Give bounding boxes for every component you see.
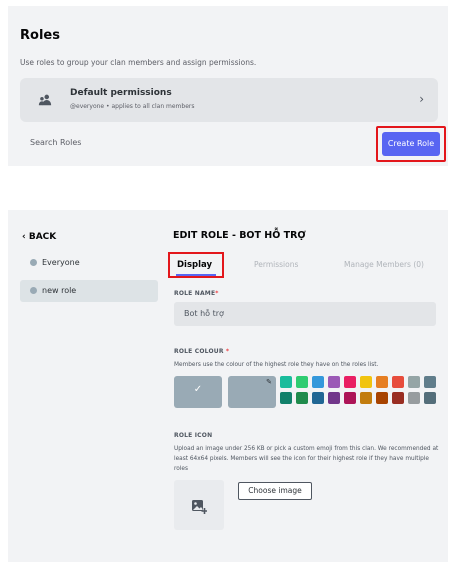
colour-swatch[interactable]: [280, 392, 292, 404]
colour-swatch[interactable]: [408, 392, 420, 404]
role-item-new-role[interactable]: new role: [20, 280, 158, 302]
create-role-highlight: Create Role: [376, 126, 446, 162]
role-icon-help: Upload an image under 256 KB or pick a c…: [174, 446, 439, 472]
role-list: Everyone new role: [20, 252, 158, 308]
role-name-input[interactable]: Bot hỗ trợ: [174, 302, 436, 326]
role-colour-label: ROLE COLOUR *: [174, 348, 230, 355]
image-add-icon: [192, 500, 207, 514]
roles-title: Roles: [20, 28, 60, 43]
chevron-right-icon: ›: [419, 92, 424, 106]
role-icon-preview[interactable]: [174, 480, 224, 530]
chevron-left-icon: ‹: [22, 232, 26, 242]
edit-role-panel: ‹ BACK Everyone new role EDIT ROLE - BOT…: [8, 210, 448, 562]
tab-display[interactable]: Display: [177, 260, 212, 270]
users-icon: [38, 94, 52, 106]
display-tab-highlight: Display: [168, 252, 224, 278]
default-permissions-title: Default permissions: [70, 88, 172, 98]
roles-panel: Roles Use roles to group your clan membe…: [8, 6, 448, 166]
colour-swatch[interactable]: [296, 376, 308, 388]
default-permissions-card[interactable]: Default permissions @everyone • applies …: [20, 78, 438, 122]
role-icon-label: ROLE ICON: [174, 432, 213, 439]
search-roles-input[interactable]: Search Roles: [20, 130, 366, 156]
role-item-label: Everyone: [42, 258, 80, 267]
colour-swatch[interactable]: [424, 392, 436, 404]
colour-swatch[interactable]: [312, 376, 324, 388]
role-color-dot: [30, 259, 37, 266]
colour-swatch[interactable]: [392, 376, 404, 388]
roles-description: Use roles to group your clan members and…: [20, 58, 257, 67]
colour-swatch[interactable]: [328, 376, 340, 388]
role-colour-help: Members use the colour of the highest ro…: [174, 362, 379, 368]
tab-permissions[interactable]: Permissions: [254, 260, 298, 269]
eyedropper-icon: ✎: [266, 378, 272, 386]
colour-swatch[interactable]: [296, 392, 308, 404]
search-roles-placeholder: Search Roles: [30, 138, 82, 147]
tab-manage-members[interactable]: Manage Members (0): [344, 260, 424, 269]
default-permissions-subtitle: @everyone • applies to all clan members: [70, 103, 195, 110]
check-icon: ✓: [193, 384, 203, 395]
colour-swatch[interactable]: [376, 392, 388, 404]
colour-swatch[interactable]: [408, 376, 420, 388]
colour-swatch[interactable]: [360, 392, 372, 404]
default-colour-swatch[interactable]: ✓: [174, 376, 222, 408]
edit-role-title: EDIT ROLE - BOT HỖ TRỢ: [173, 230, 306, 241]
role-name-label: ROLE NAME*: [174, 290, 219, 297]
edit-role-tabs: Display Permissions Manage Members (0): [168, 252, 440, 278]
colour-swatch[interactable]: [312, 392, 324, 404]
create-role-button[interactable]: Create Role: [382, 132, 440, 156]
colour-swatch[interactable]: [376, 376, 388, 388]
colour-swatch[interactable]: [360, 376, 372, 388]
role-color-dot: [30, 287, 37, 294]
role-name-value: Bot hỗ trợ: [184, 309, 224, 318]
choose-image-button[interactable]: Choose image: [238, 482, 312, 500]
colour-swatch[interactable]: [280, 376, 292, 388]
colour-swatch[interactable]: [392, 392, 404, 404]
colour-swatch[interactable]: [424, 376, 436, 388]
colour-swatch[interactable]: [328, 392, 340, 404]
back-label: BACK: [28, 232, 57, 242]
colour-swatch-grid: [280, 376, 440, 404]
back-link[interactable]: ‹ BACK: [22, 232, 56, 242]
custom-colour-swatch[interactable]: ✎: [228, 376, 276, 408]
colour-swatch[interactable]: [344, 392, 356, 404]
role-item-everyone[interactable]: Everyone: [20, 252, 158, 274]
colour-swatch[interactable]: [344, 376, 356, 388]
active-tab-underline: [176, 274, 216, 276]
role-item-label: new role: [42, 286, 77, 295]
